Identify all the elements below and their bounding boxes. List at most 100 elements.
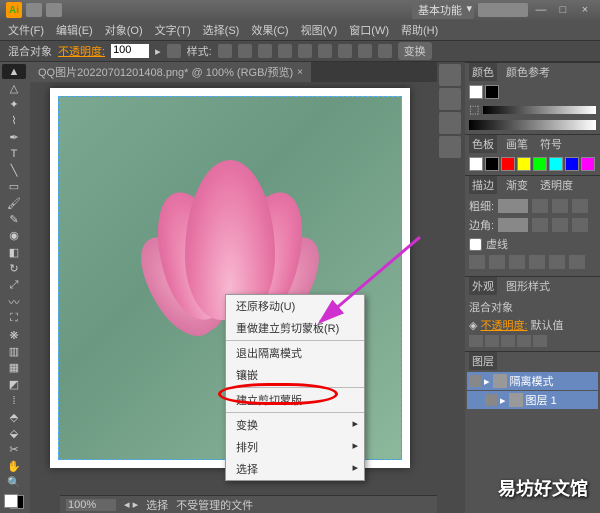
layer-row-isolation[interactable]: ▸隔离模式 xyxy=(467,372,598,390)
dock-icon-2[interactable] xyxy=(439,88,461,110)
menu-effect[interactable]: 效果(C) xyxy=(251,22,288,38)
align-icon-5[interactable] xyxy=(358,44,372,58)
opt-icon-3[interactable] xyxy=(258,44,272,58)
line-tool[interactable]: ╲ xyxy=(2,163,26,178)
menu-type[interactable]: 文字(T) xyxy=(155,22,191,38)
maximize-button[interactable]: □ xyxy=(554,3,572,17)
tab-swatches[interactable]: 色板 xyxy=(469,135,497,153)
app-icon-4[interactable] xyxy=(517,335,531,347)
gradient-tool[interactable]: ◩ xyxy=(2,377,26,392)
menu-file[interactable]: 文件(F) xyxy=(8,22,44,38)
direct-select-tool[interactable]: △ xyxy=(2,80,26,95)
tab-appearance[interactable]: 外观 xyxy=(469,277,497,295)
eyedropper-tool[interactable]: ⁞ xyxy=(2,393,26,408)
slice-tool[interactable]: ✂ xyxy=(2,442,26,457)
tab-brushes[interactable]: 画笔 xyxy=(503,135,531,153)
ctx-select[interactable]: 选择 xyxy=(226,458,364,480)
ctx-transform[interactable]: 变换 xyxy=(226,414,364,436)
align-icon-6[interactable] xyxy=(378,44,392,58)
rectangle-tool[interactable]: ▭ xyxy=(2,179,26,194)
hand-tool[interactable]: ✋ xyxy=(2,459,26,474)
pencil-tool[interactable]: ✎ xyxy=(2,212,26,227)
app-icon-1[interactable] xyxy=(469,335,483,347)
transform-button[interactable]: 变换 xyxy=(398,42,432,60)
dock-icon-1[interactable] xyxy=(439,64,461,86)
scale-tool[interactable]: ⤢ xyxy=(2,277,26,292)
align-icon-4[interactable] xyxy=(338,44,352,58)
zoom-tool[interactable]: 🔍 xyxy=(2,475,26,490)
ctx-arrange[interactable]: 排列 xyxy=(226,436,364,458)
align-icon-1[interactable] xyxy=(278,44,292,58)
menu-view[interactable]: 视图(V) xyxy=(301,22,338,38)
selection-tool[interactable]: ▲ xyxy=(2,64,26,79)
dock-icon-3[interactable] xyxy=(439,112,461,134)
free-transform[interactable]: ⛶ xyxy=(2,311,26,326)
live-paint-tool[interactable]: ⬙ xyxy=(2,426,26,441)
join-round[interactable] xyxy=(552,218,568,232)
menu-help[interactable]: 帮助(H) xyxy=(401,22,438,38)
join-bevel[interactable] xyxy=(572,218,588,232)
arrange-icon[interactable] xyxy=(46,3,62,17)
app-icon-5[interactable] xyxy=(533,335,547,347)
style-swatch[interactable] xyxy=(218,44,232,58)
miter-input[interactable] xyxy=(498,218,528,232)
cap-round[interactable] xyxy=(552,199,568,213)
blob-tool[interactable]: ◉ xyxy=(2,228,26,243)
tab-layers[interactable]: 图层 xyxy=(469,352,497,370)
bridge-icon[interactable] xyxy=(26,3,42,17)
align-icon-2[interactable] xyxy=(298,44,312,58)
type-tool[interactable]: T xyxy=(2,146,26,161)
tab-close-icon[interactable]: × xyxy=(297,67,303,78)
spectrum-bar[interactable] xyxy=(469,120,596,130)
tab-gradient[interactable]: 渐变 xyxy=(503,176,531,194)
menu-edit[interactable]: 编辑(E) xyxy=(56,22,93,38)
tab-color-guide[interactable]: 颜色参考 xyxy=(503,63,553,81)
document-tab[interactable]: QQ图片20220701201408.png* @ 100% (RGB/预览) … xyxy=(30,62,311,82)
eraser-tool[interactable]: ◧ xyxy=(2,245,26,260)
cap-square[interactable] xyxy=(572,199,588,213)
stroke-swatch[interactable] xyxy=(485,85,499,99)
tab-color[interactable]: 颜色 xyxy=(469,63,497,81)
search-field[interactable] xyxy=(478,3,528,17)
align-icon-3[interactable] xyxy=(318,44,332,58)
symbol-tool[interactable]: ❋ xyxy=(2,327,26,342)
menu-select[interactable]: 选择(S) xyxy=(203,22,240,38)
canvas[interactable]: 还原移动(U) 重做建立剪切蒙板(R) 退出隔离模式 镶嵌 建立剪切蒙版 变换 … xyxy=(30,82,437,513)
weight-input[interactable] xyxy=(498,199,528,213)
dash-checkbox[interactable] xyxy=(469,238,482,251)
cap-butt[interactable] xyxy=(532,199,548,213)
minimize-button[interactable]: — xyxy=(532,3,550,17)
visibility-icon[interactable] xyxy=(485,394,497,406)
app-opacity-label[interactable]: 不透明度: xyxy=(480,317,527,333)
workspace-switcher[interactable]: 基本功能 xyxy=(412,1,474,19)
magic-wand-tool[interactable]: ✦ xyxy=(2,97,26,112)
dock-icon-4[interactable] xyxy=(439,136,461,158)
opt-icon-2[interactable] xyxy=(238,44,252,58)
visibility-icon[interactable] xyxy=(469,375,481,387)
layer-row-1[interactable]: ▸图层 1 xyxy=(467,391,598,409)
warp-tool[interactable]: 〰 xyxy=(2,294,26,310)
tab-graphic-styles[interactable]: 图形样式 xyxy=(503,277,553,295)
app-icon-3[interactable] xyxy=(501,335,515,347)
opt-icon-1[interactable] xyxy=(167,44,181,58)
fill-swatch[interactable] xyxy=(469,85,483,99)
zoom-field[interactable]: 100% xyxy=(66,499,116,511)
mesh-tool[interactable]: ▦ xyxy=(2,360,26,375)
opacity-label[interactable]: 不透明度: xyxy=(58,43,105,59)
tab-symbols[interactable]: 符号 xyxy=(537,135,565,153)
lasso-tool[interactable]: ⌇ xyxy=(2,113,26,128)
rotate-tool[interactable]: ↻ xyxy=(2,261,26,276)
blend-tool[interactable]: ⬘ xyxy=(2,409,26,424)
status-nav[interactable]: ◂ ▸ xyxy=(124,498,138,511)
ctx-exit-isolation[interactable]: 退出隔离模式 xyxy=(226,342,364,364)
pen-tool[interactable]: ✒ xyxy=(2,130,26,145)
brush-tool[interactable]: 🖌 xyxy=(2,195,26,210)
menu-window[interactable]: 窗口(W) xyxy=(349,22,389,38)
join-miter[interactable] xyxy=(532,218,548,232)
opacity-input[interactable]: 100 xyxy=(111,44,149,58)
close-button[interactable]: × xyxy=(576,3,594,17)
tab-transparency[interactable]: 透明度 xyxy=(537,176,576,194)
app-icon-2[interactable] xyxy=(485,335,499,347)
fill-stroke-swatch[interactable] xyxy=(4,494,24,509)
graph-tool[interactable]: ▥ xyxy=(2,344,26,359)
